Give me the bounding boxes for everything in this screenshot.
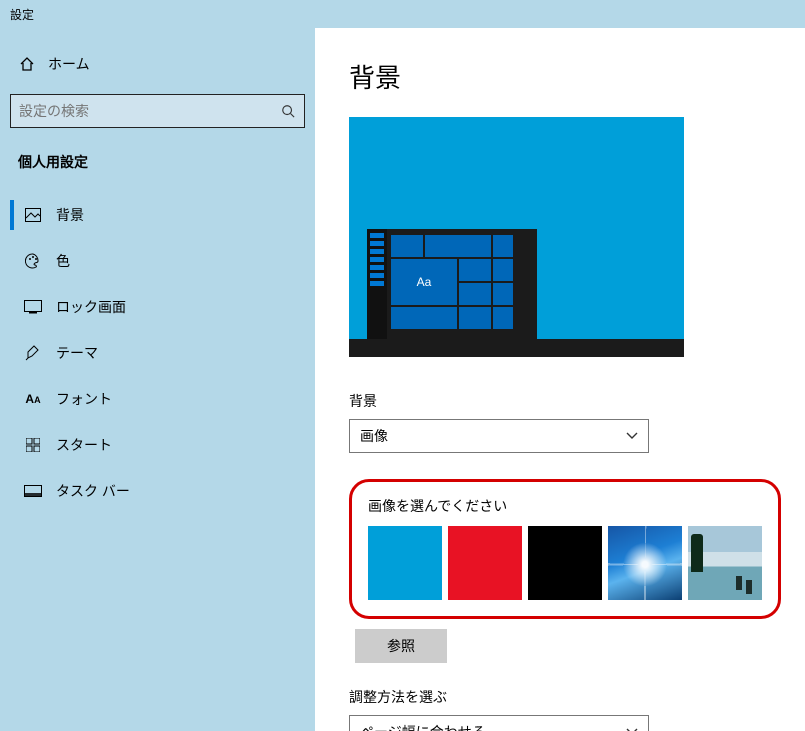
content-area: 背景 Aa 背景 画像 画像を選んでください — [315, 28, 805, 731]
bg-thumb-solid-blue[interactable] — [368, 526, 442, 600]
preview-start-menu: Aa — [367, 229, 537, 339]
fit-select[interactable]: ページ幅に合わせる — [349, 715, 649, 731]
choose-image-section: 画像を選んでください — [349, 479, 781, 619]
preview-sample-tile: Aa — [391, 259, 457, 305]
fit-value: ページ幅に合わせる — [360, 722, 486, 731]
bg-thumb-win10-rays[interactable] — [608, 526, 682, 600]
font-icon: AA — [24, 392, 42, 406]
lock-screen-icon — [24, 300, 42, 314]
theme-icon — [24, 345, 42, 361]
sidebar-item-label: タスク バー — [56, 481, 130, 501]
home-icon — [18, 56, 36, 72]
fit-label: 調整方法を選ぶ — [349, 687, 771, 707]
bg-thumb-solid-red[interactable] — [448, 526, 522, 600]
sidebar-home[interactable]: ホーム — [10, 48, 305, 80]
sidebar-item-lockscreen[interactable]: ロック画面 — [10, 284, 305, 330]
start-icon — [24, 438, 42, 452]
bg-type-value: 画像 — [360, 426, 388, 446]
sidebar-item-label: テーマ — [56, 343, 98, 363]
sidebar-item-label: フォント — [56, 389, 112, 409]
window-title: 設定 — [10, 6, 34, 23]
sidebar-item-label: 背景 — [56, 205, 84, 225]
sidebar-item-fonts[interactable]: AA フォント — [10, 376, 305, 422]
sidebar-item-taskbar[interactable]: タスク バー — [10, 468, 305, 514]
sidebar-item-label: 色 — [56, 251, 70, 271]
page-title: 背景 — [349, 58, 771, 95]
chevron-down-icon — [626, 432, 638, 440]
bg-type-label: 背景 — [349, 391, 771, 411]
browse-button[interactable]: 参照 — [355, 629, 447, 663]
sidebar: ホーム 個人用設定 背景 色 — [0, 28, 315, 731]
choose-image-label: 画像を選んでください — [368, 496, 762, 516]
sidebar-item-background[interactable]: 背景 — [10, 192, 305, 238]
sidebar-item-themes[interactable]: テーマ — [10, 330, 305, 376]
preview-start-rail — [367, 229, 387, 339]
preview-taskbar — [349, 339, 684, 357]
desktop-preview: Aa — [349, 117, 684, 357]
sidebar-item-colors[interactable]: 色 — [10, 238, 305, 284]
bg-thumb-solid-black[interactable] — [528, 526, 602, 600]
palette-icon — [24, 253, 42, 269]
bg-thumb-coastal-photo[interactable] — [688, 526, 762, 600]
sidebar-item-label: ロック画面 — [56, 297, 126, 317]
sidebar-nav: 背景 色 ロック画面 テーマ — [10, 192, 305, 514]
sidebar-home-label: ホーム — [48, 54, 90, 74]
sidebar-item-start[interactable]: スタート — [10, 422, 305, 468]
window-titlebar: 設定 — [0, 0, 805, 28]
sidebar-section-heading: 個人用設定 — [10, 148, 305, 182]
image-thumbnail-row — [368, 526, 762, 600]
search-icon — [280, 104, 296, 118]
search-box[interactable] — [10, 94, 305, 128]
picture-icon — [24, 208, 42, 222]
taskbar-icon — [24, 485, 42, 497]
sidebar-item-label: スタート — [56, 435, 112, 455]
search-input[interactable] — [19, 103, 280, 119]
bg-type-select[interactable]: 画像 — [349, 419, 649, 453]
